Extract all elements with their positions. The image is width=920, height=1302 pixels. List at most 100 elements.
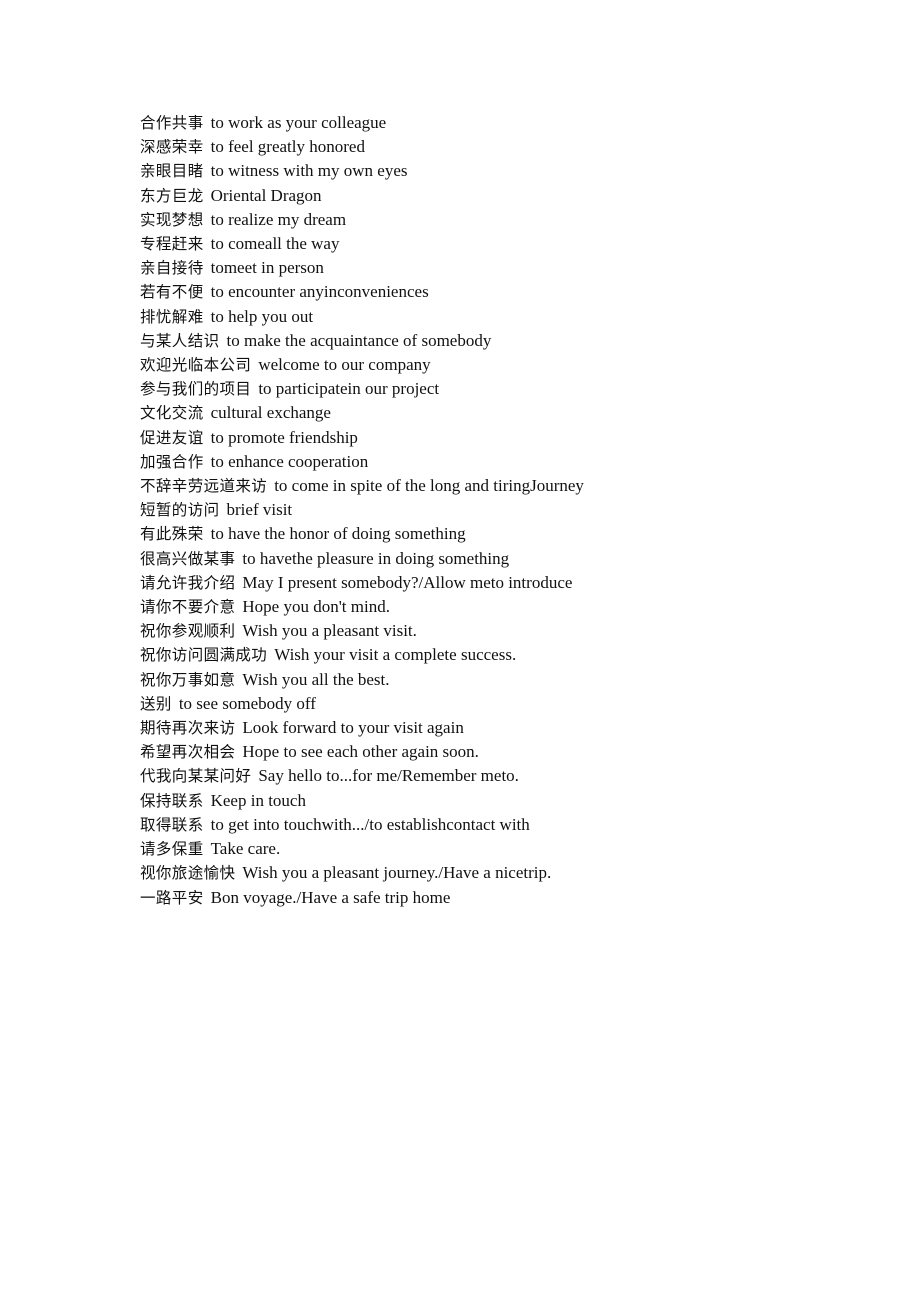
- phrase-english: Look forward to your visit again: [242, 718, 464, 738]
- phrase-entry: 深感荣幸 to feel greatly honored: [140, 135, 840, 159]
- phrase-english: to make the acquaintance of somebody: [226, 330, 492, 350]
- phrase-english: Keep in touch: [210, 790, 306, 810]
- phrase-english: to comeall the way: [210, 234, 340, 254]
- phrase-entry: 祝你访问圆满成功 Wish your visit a complete succe…: [140, 643, 840, 667]
- phrase-entry: 实现梦想 to realize my dream: [140, 208, 840, 232]
- phrase-english: to encounter anyinconveniences: [210, 282, 429, 302]
- phrase-entry: 亲眼目睹 to witness with my own eyes: [140, 159, 840, 183]
- document-page: 合作共事 to work as your colleague 深感荣幸 to feel…: [0, 0, 920, 1302]
- phrase-entry: 与某人结识 to make the acquaintance of somebod…: [140, 329, 840, 353]
- phrase-english: to witness with my own eyes: [210, 161, 408, 181]
- phrase-english: Hope you don't mind.: [242, 597, 390, 617]
- phrase-chinese: 实现梦想: [140, 210, 204, 229]
- phrase-chinese: 很高兴做某事: [140, 549, 236, 568]
- phrase-english: welcome to our company: [258, 355, 431, 375]
- phrase-english: cultural exchange: [210, 403, 331, 423]
- phrase-entry: 一路平安 Bon voyage./Have a safe trip home: [140, 886, 840, 910]
- phrase-chinese: 专程赶来: [140, 235, 204, 254]
- phrase-entry: 欢迎光临本公司 welcome to our company: [140, 353, 840, 377]
- phrase-chinese: 保持联系: [140, 791, 204, 810]
- phrase-entry: 请你不要介意 Hope you don't mind.: [140, 595, 840, 619]
- phrase-chinese: 合作共事: [140, 114, 204, 132]
- phrase-entry: 东方巨龙 Oriental Dragon: [140, 184, 840, 208]
- phrase-chinese: 希望再次相会: [140, 743, 236, 762]
- phrase-chinese: 促进友谊: [140, 428, 204, 447]
- phrase-entry: 保持联系 Keep in touch: [140, 789, 840, 813]
- phrase-entry: 祝你万事如意 Wish you all the best.: [140, 668, 840, 692]
- phrase-chinese: 送别: [140, 694, 172, 713]
- phrase-english: to participatein our project: [258, 379, 440, 399]
- phrase-english: to havethe pleasure in doing something: [242, 548, 510, 568]
- phrase-entry: 希望再次相会 Hope to see each other again soon.: [140, 740, 840, 764]
- phrase-english: Hope to see each other again soon.: [242, 742, 479, 762]
- phrase-entry: 专程赶来 to comeall the way: [140, 232, 840, 256]
- phrase-chinese: 文化交流: [140, 404, 204, 423]
- phrase-list: 合作共事 to work as your colleague 深感荣幸 to feel…: [140, 111, 840, 910]
- phrase-english: Wish you a pleasant journey./Have a nice…: [242, 863, 552, 883]
- phrase-entry: 视你旅途愉快 Wish you a pleasant journey./Have …: [140, 861, 840, 885]
- phrase-chinese: 祝你万事如意: [140, 670, 236, 689]
- phrase-entry: 请多保重 Take care.: [140, 837, 840, 861]
- phrase-entry: 亲自接待 tomeet in person: [140, 256, 840, 280]
- phrase-chinese: 加强合作: [140, 452, 204, 471]
- phrase-english: to have the honor of doing something: [210, 524, 466, 544]
- phrase-english: Take care.: [210, 839, 281, 859]
- phrase-chinese: 请多保重: [140, 840, 204, 859]
- phrase-entry: 送别 to see somebody off: [140, 692, 840, 716]
- phrase-chinese: 不辞辛劳远道来访: [140, 477, 268, 496]
- phrase-english: tomeet in person: [210, 258, 324, 278]
- phrase-english: May I present somebody?/Allow meto intro…: [242, 572, 573, 592]
- phrase-english: to promote friendship: [210, 427, 358, 447]
- phrase-chinese: 排忧解难: [140, 307, 204, 326]
- phrase-chinese: 参与我们的项目: [140, 380, 252, 399]
- phrase-entry: 加强合作 to enhance cooperation: [140, 450, 840, 474]
- phrase-chinese: 取得联系: [140, 815, 204, 834]
- phrase-english: Wish your visit a complete success.: [274, 645, 517, 665]
- phrase-chinese: 亲眼目睹: [140, 162, 204, 181]
- phrase-chinese: 代我向某某问好: [140, 767, 252, 786]
- phrase-english: to see somebody off: [178, 693, 316, 713]
- phrase-english: Wish you all the best.: [242, 669, 390, 689]
- phrase-entry: 请允许我介绍 May I present somebody?/Allow meto…: [140, 571, 840, 595]
- phrase-chinese: 短暂的访问: [140, 501, 220, 520]
- phrase-entry: 排忧解难 to help you out: [140, 305, 840, 329]
- phrase-english: to realize my dream: [210, 209, 347, 229]
- phrase-english: Say hello to...for me/Remember meto.: [258, 766, 519, 786]
- phrase-chinese: 与某人结识: [140, 331, 220, 350]
- phrase-chinese: 若有不便: [140, 283, 204, 302]
- phrase-entry: 参与我们的项目 to participatein our project: [140, 377, 840, 401]
- phrase-chinese: 一路平安: [140, 888, 204, 907]
- phrase-entry: 期待再次来访 Look forward to your visit again: [140, 716, 840, 740]
- phrase-english: brief visit: [226, 500, 293, 520]
- phrase-entry: 若有不便 to encounter anyinconveniences: [140, 280, 840, 304]
- phrase-entry: 祝你参观顺利 Wish you a pleasant visit.: [140, 619, 840, 643]
- phrase-english: to feel greatly honored: [210, 137, 365, 157]
- phrase-chinese: 祝你参观顺利: [140, 622, 236, 641]
- phrase-chinese: 期待再次来访: [140, 719, 236, 738]
- phrase-chinese: 请你不要介意: [140, 598, 236, 617]
- phrase-chinese: 深感荣幸: [140, 138, 204, 157]
- phrase-chinese: 东方巨龙: [140, 186, 204, 205]
- phrase-english: Wish you a pleasant visit.: [242, 621, 417, 641]
- phrase-english: to help you out: [210, 306, 314, 326]
- phrase-entry: 不辞辛劳远道来访 to come in spite of the long and…: [140, 474, 840, 498]
- phrase-entry: 文化交流 cultural exchange: [140, 401, 840, 425]
- phrase-entry: 很高兴做某事 to havethe pleasure in doing somet…: [140, 547, 840, 571]
- phrase-chinese: 视你旅途愉快: [140, 864, 236, 883]
- phrase-entry: 有此殊荣 to have the honor of doing something: [140, 522, 840, 546]
- phrase-chinese: 祝你访问圆满成功: [140, 646, 268, 665]
- phrase-chinese: 有此殊荣: [140, 525, 204, 544]
- phrase-chinese: 欢迎光临本公司: [140, 356, 252, 375]
- phrase-english: Bon voyage./Have a safe trip home: [210, 887, 451, 907]
- phrase-entry: 代我向某某问好 Say hello to...for me/Remember me…: [140, 764, 840, 788]
- phrase-english: to enhance cooperation: [210, 451, 369, 471]
- phrase-english: to come in spite of the long and tiringJ…: [274, 476, 584, 496]
- phrase-entry: 促进友谊 to promote friendship: [140, 426, 840, 450]
- phrase-entry: 取得联系 to get into touchwith.../to establis…: [140, 813, 840, 837]
- phrase-english: Oriental Dragon: [210, 185, 322, 205]
- phrase-entry: 合作共事 to work as your colleague: [140, 111, 840, 135]
- phrase-english: to get into touchwith.../to establishcon…: [210, 814, 530, 834]
- phrase-english: to work as your colleague: [210, 113, 387, 132]
- phrase-chinese: 亲自接待: [140, 259, 204, 278]
- phrase-chinese: 请允许我介绍: [140, 573, 236, 592]
